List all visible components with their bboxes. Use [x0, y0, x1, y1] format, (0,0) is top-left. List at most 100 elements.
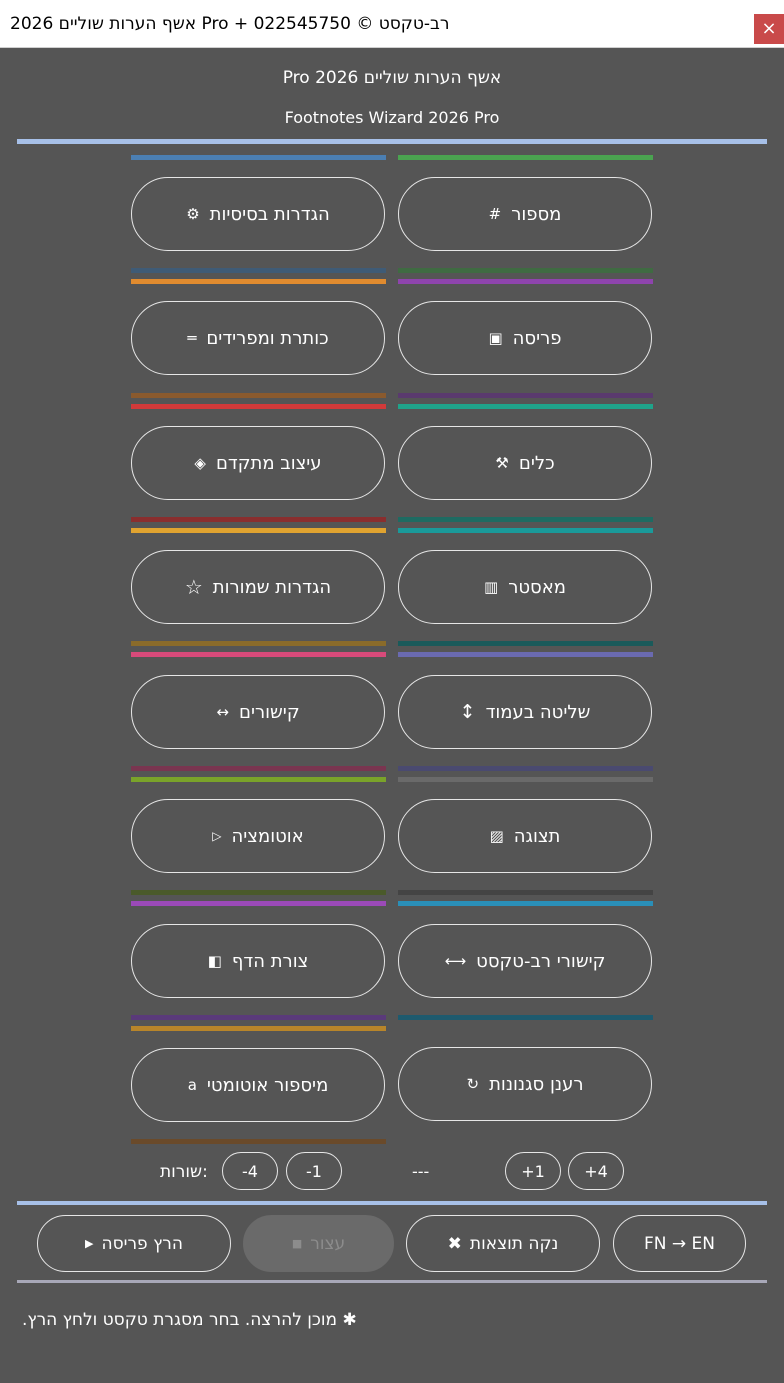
- page-shape-icon: ◧: [207, 952, 222, 970]
- accent-bar: [131, 777, 386, 782]
- accent-bar: [398, 652, 653, 657]
- window-title: רב-טקסט © 022545750 + Pro אשף הערות שולי…: [10, 14, 450, 34]
- numbering-button[interactable]: מספור #: [398, 177, 652, 251]
- button-label: תצוגה: [513, 825, 561, 847]
- header-title-hebrew: Pro אשף הערות שוליים 2026: [282, 68, 502, 88]
- asterisk-icon: ✱: [342, 1310, 357, 1330]
- accent-bar: [131, 279, 386, 284]
- button-label: הגדרות בסיסיות: [209, 203, 330, 225]
- accent-bar: [398, 890, 653, 895]
- layout-icon: ▣: [488, 329, 503, 347]
- rows-value: ---: [412, 1162, 430, 1181]
- view-icon: ▨: [489, 827, 504, 845]
- actions-separator: [17, 1201, 767, 1205]
- button-label: הגדרות שמורות: [212, 576, 332, 598]
- button-label: שליטה בעמוד: [485, 701, 591, 723]
- links-button[interactable]: קישורים ↔: [131, 675, 385, 749]
- accent-bar: [398, 766, 653, 771]
- button-label: כותרת ומפרידים: [206, 327, 329, 349]
- separator-icon: ═: [187, 329, 197, 347]
- accent-bar: [131, 404, 386, 409]
- page-control-button[interactable]: שליטה בעמוד ↕: [398, 675, 652, 749]
- vertical-arrows-icon: ↕: [459, 701, 476, 723]
- button-label: נקה תוצאות: [469, 1233, 559, 1254]
- button-label: מאסטר: [508, 576, 566, 598]
- header-title-english: Footnotes Wizard 2026 Pro: [284, 108, 500, 127]
- run-layout-button[interactable]: הרץ פריסה ▶: [37, 1215, 231, 1272]
- automation-button[interactable]: אוטומציה ▷: [131, 799, 385, 873]
- button-label: קישורי רב-טקסט: [476, 950, 606, 972]
- button-label: עצור: [310, 1233, 346, 1254]
- status-bar: ✱ מוכן להרצה. בחר מסגרת טקסט ולחץ הרץ.: [22, 1310, 357, 1330]
- auto-numbering-button[interactable]: מיספור אוטומטי a: [131, 1048, 385, 1122]
- star-icon: ☆: [184, 575, 203, 599]
- close-button[interactable]: ×: [754, 14, 784, 44]
- diamond-icon: ◈: [194, 454, 206, 472]
- accent-bar: [398, 155, 653, 160]
- accent-bar: [398, 279, 653, 284]
- accent-bar: [131, 1026, 386, 1031]
- button-label: מיספור אוטומטי: [206, 1074, 329, 1096]
- master-button[interactable]: מאסטר ▥: [398, 550, 652, 624]
- accent-bar: [398, 393, 653, 398]
- play-icon: ▶: [85, 1237, 94, 1250]
- accent-bar: [131, 890, 386, 895]
- tools-icon: ⚒: [495, 454, 509, 472]
- stop-icon: ■: [291, 1237, 303, 1250]
- tools-button[interactable]: כלים ⚒: [398, 426, 652, 500]
- advanced-design-button[interactable]: עיצוב מתקדם ◈: [131, 426, 385, 500]
- accent-bar: [398, 901, 653, 906]
- play-outline-icon: ▷: [212, 829, 222, 843]
- stop-button[interactable]: עצור ■: [243, 1215, 394, 1272]
- accent-bar: [131, 652, 386, 657]
- refresh-styles-button[interactable]: רענן סגנונות ↻: [398, 1047, 652, 1121]
- button-label: הרץ פריסה: [101, 1233, 183, 1254]
- accent-bar: [131, 155, 386, 160]
- accent-bar: [398, 641, 653, 646]
- button-label: פריסה: [512, 327, 562, 349]
- accent-bar: [131, 393, 386, 398]
- multitext-links-button[interactable]: קישורי רב-טקסט ⟷: [398, 924, 652, 998]
- x-icon: ✖: [447, 1233, 462, 1254]
- accent-bar: [398, 1015, 653, 1020]
- gear-icon: ⚙: [186, 205, 200, 223]
- view-button[interactable]: תצוגה ▨: [398, 799, 652, 873]
- title-bar: רב-טקסט © 022545750 + Pro אשף הערות שולי…: [0, 0, 784, 48]
- button-label: אוטומציה: [231, 825, 304, 847]
- accent-bar: [398, 777, 653, 782]
- master-icon: ▥: [484, 578, 499, 596]
- accent-bar: [131, 766, 386, 771]
- button-label: FN → EN: [643, 1233, 715, 1254]
- accent-bar: [398, 404, 653, 409]
- button-label: רענן סגנונות: [489, 1073, 584, 1095]
- hash-icon: #: [488, 205, 502, 223]
- link-arrows-icon: ↔: [216, 703, 229, 721]
- rows-plus-1-button[interactable]: +1: [505, 1152, 561, 1190]
- button-label: עיצוב מתקדם: [215, 452, 322, 474]
- status-text: מוכן להרצה. בחר מסגרת טקסט ולחץ הרץ.: [22, 1310, 338, 1330]
- accent-bar: [131, 901, 386, 906]
- rows-minus-1-button[interactable]: -1: [286, 1152, 342, 1190]
- accent-bar: [131, 528, 386, 533]
- button-label: צורת הדף: [231, 950, 309, 972]
- accent-bar: [131, 1015, 386, 1020]
- status-separator: [17, 1280, 767, 1283]
- rows-plus-4-button[interactable]: +4: [568, 1152, 624, 1190]
- saved-settings-button[interactable]: הגדרות שמורות ☆: [131, 550, 385, 624]
- button-label: קישורים: [239, 701, 300, 723]
- basic-settings-button[interactable]: הגדרות בסיסיות ⚙: [131, 177, 385, 251]
- accent-bar: [131, 268, 386, 273]
- page-shape-button[interactable]: צורת הדף ◧: [131, 924, 385, 998]
- layout-button[interactable]: פריסה ▣: [398, 301, 652, 375]
- long-arrows-icon: ⟷: [444, 952, 467, 970]
- refresh-icon: ↻: [466, 1075, 480, 1093]
- clear-results-button[interactable]: נקה תוצאות ✖: [406, 1215, 600, 1272]
- button-label: כלים: [518, 452, 555, 474]
- rows-minus-4-button[interactable]: -4: [222, 1152, 278, 1190]
- accent-bar: [398, 528, 653, 533]
- accent-bar: [131, 641, 386, 646]
- fn-to-en-button[interactable]: FN → EN: [613, 1215, 746, 1272]
- header-separators-button[interactable]: כותרת ומפרידים ═: [131, 301, 385, 375]
- rows-label: שורות:: [160, 1162, 208, 1182]
- accent-bar: [131, 1139, 386, 1144]
